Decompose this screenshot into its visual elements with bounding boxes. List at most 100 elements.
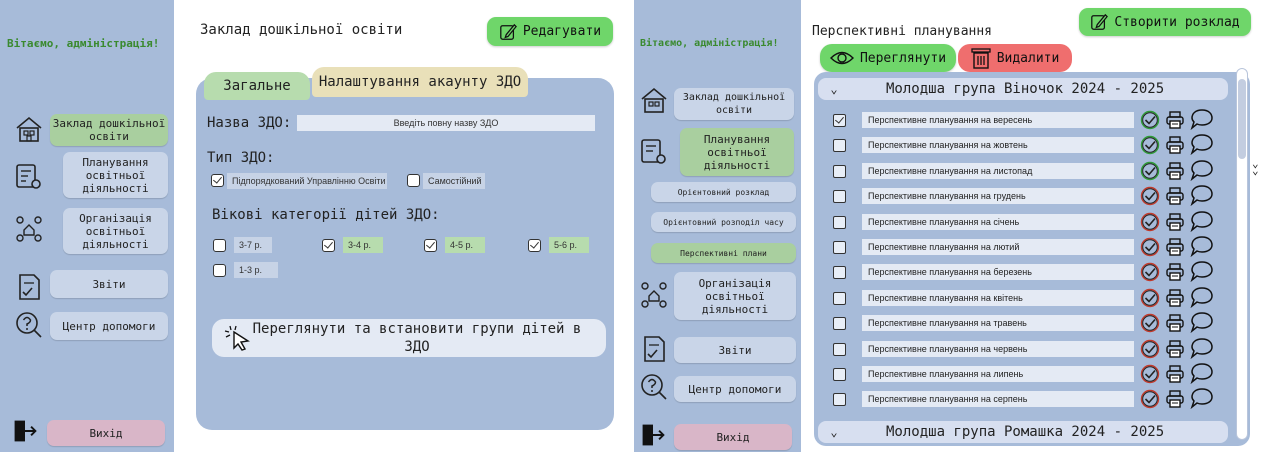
delete-button[interactable]: Видалити: [958, 44, 1072, 72]
print-icon[interactable]: [1165, 186, 1185, 206]
print-icon[interactable]: [1165, 339, 1185, 359]
pending-check-icon[interactable]: [1140, 389, 1160, 409]
plan-row-label[interactable]: Перспективне планування на жовтень: [862, 137, 1134, 153]
sidebar-item-kindergarten[interactable]: Заклад дошкільної освіти: [50, 114, 168, 146]
comment-icon[interactable]: [1190, 311, 1214, 333]
create-schedule-button[interactable]: Створити розклад: [1079, 8, 1251, 36]
plan-row-label[interactable]: Перспективне планування на червень: [862, 341, 1134, 357]
exit-button[interactable]: Вихід: [47, 420, 165, 446]
comment-icon[interactable]: [1190, 235, 1214, 257]
row-checkbox[interactable]: [833, 343, 846, 356]
plan-row-label[interactable]: Перспективне планування на листопад: [862, 163, 1134, 179]
age-checkbox-5-6[interactable]: [528, 239, 541, 252]
pending-check-icon[interactable]: [1140, 186, 1160, 206]
age-checkbox-3-7[interactable]: [213, 239, 226, 252]
pending-check-icon[interactable]: [1140, 288, 1160, 308]
pending-check-icon[interactable]: [1140, 313, 1160, 333]
sidebar-item-reports[interactable]: Звіти: [50, 270, 168, 298]
type-checkbox-independent[interactable]: [407, 174, 420, 187]
print-icon[interactable]: [1165, 135, 1185, 155]
exit-button[interactable]: Вихід: [674, 424, 792, 450]
pending-check-icon[interactable]: [1140, 237, 1160, 257]
print-icon[interactable]: [1165, 288, 1185, 308]
pending-check-icon[interactable]: [1140, 262, 1160, 282]
row-checkbox[interactable]: [833, 317, 846, 330]
plan-row-label[interactable]: Перспективне планування на лютий: [862, 239, 1134, 255]
approved-check-icon[interactable]: [1140, 110, 1160, 130]
name-label: Назва ЗДО:: [207, 115, 292, 131]
age-checkbox-1-3[interactable]: [213, 264, 226, 277]
row-checkbox[interactable]: [833, 216, 846, 229]
print-icon[interactable]: [1165, 262, 1185, 282]
type-checkbox-subordinate[interactable]: [211, 174, 224, 187]
scroll-down-indicator: ⌄ ⌄: [1252, 157, 1259, 177]
row-checkbox[interactable]: [833, 266, 846, 279]
comment-icon[interactable]: [1190, 210, 1214, 232]
age-label: Вікові категорії дітей ЗДО:: [212, 207, 440, 223]
view-button[interactable]: Переглянути: [820, 44, 956, 72]
plan-row-label[interactable]: Перспективне планування на травень: [862, 315, 1134, 331]
plan-row-label[interactable]: Перспективне планування на липень: [862, 366, 1134, 382]
sidebar-subitem-perspective-plans[interactable]: Перспективні плани: [651, 243, 796, 263]
approved-check-icon[interactable]: [1140, 161, 1160, 181]
scrollbar-thumb[interactable]: [1238, 79, 1246, 159]
pending-check-icon[interactable]: [1140, 364, 1160, 384]
age-option-1-3: 1-3 р.: [234, 262, 278, 278]
view-groups-button[interactable]: Переглянути та встановити групи дітей в …: [212, 319, 606, 357]
comment-icon[interactable]: [1190, 260, 1214, 282]
row-checkbox[interactable]: [833, 165, 846, 178]
row-checkbox[interactable]: [833, 292, 846, 305]
comment-icon[interactable]: [1190, 108, 1214, 130]
sidebar-item-reports[interactable]: Звіти: [674, 337, 796, 363]
pending-check-icon[interactable]: [1140, 339, 1160, 359]
comment-icon[interactable]: [1190, 184, 1214, 206]
print-icon[interactable]: [1165, 161, 1185, 181]
pending-check-icon[interactable]: [1140, 212, 1160, 232]
row-checkbox[interactable]: [833, 393, 846, 406]
comment-icon[interactable]: [1190, 337, 1214, 359]
print-icon[interactable]: [1165, 110, 1185, 130]
plan-row-label[interactable]: Перспективне планування на березень: [862, 264, 1134, 280]
sidebar-item-planning[interactable]: Планування освітньої діяльності: [680, 128, 794, 176]
age-checkbox-3-4[interactable]: [322, 239, 335, 252]
plan-row-label[interactable]: Перспективне планування на січень: [862, 214, 1134, 230]
tab-general[interactable]: Загальне: [204, 72, 310, 100]
row-checkbox[interactable]: [833, 190, 846, 203]
row-checkbox[interactable]: [833, 139, 846, 152]
sidebar-item-organization[interactable]: Організація освітньої діяльності: [674, 272, 796, 320]
print-icon[interactable]: [1165, 389, 1185, 409]
sidebar-item-help[interactable]: Центр допомоги: [50, 312, 168, 340]
comment-icon[interactable]: [1190, 159, 1214, 181]
plan-row-label[interactable]: Перспективне планування на грудень: [862, 188, 1134, 204]
left-sidebar: Вітаємо, адміністрація! Заклад дошкільно…: [0, 0, 174, 452]
name-input[interactable]: Введіть повну назву ЗДО: [297, 115, 595, 131]
sidebar-subitem-schedule[interactable]: Орієнтовний розклад: [651, 182, 796, 202]
approved-check-icon[interactable]: [1140, 135, 1160, 155]
sidebar-item-kindergarten[interactable]: Заклад дошкільної освіти: [674, 88, 794, 120]
comment-icon[interactable]: [1190, 362, 1214, 384]
plan-row-label[interactable]: Перспективне планування на вересень: [862, 112, 1134, 128]
sidebar-item-planning[interactable]: Планування освітньої діяльності: [63, 152, 168, 198]
row-checkbox[interactable]: [833, 368, 846, 381]
group-header[interactable]: ⌄ Молодша група Ромашка 2024 - 2025: [818, 421, 1228, 443]
sidebar-subitem-time-distribution[interactable]: Орієнтовний розподіл часу: [651, 212, 796, 232]
row-checkbox[interactable]: [833, 241, 846, 254]
edit-button[interactable]: Редагувати: [487, 17, 613, 46]
scrollbar[interactable]: [1236, 68, 1248, 440]
plan-row-label[interactable]: Перспективне планування на квітень: [862, 290, 1134, 306]
row-checkbox[interactable]: [833, 114, 846, 127]
print-icon[interactable]: [1165, 237, 1185, 257]
sidebar-item-organization[interactable]: Організація освітньої діяльності: [63, 208, 168, 254]
sidebar-item-help[interactable]: Центр допомоги: [674, 376, 796, 402]
comment-icon[interactable]: [1190, 286, 1214, 308]
print-icon[interactable]: [1165, 364, 1185, 384]
tab-account-settings[interactable]: Налаштування акаунту ЗДО: [312, 67, 528, 97]
plan-row-label[interactable]: Перспективне планування на серпень: [862, 391, 1134, 407]
page-title: Перспективні планування: [812, 24, 993, 39]
group-header[interactable]: ⌄ Молодша група Віночок 2024 - 2025: [818, 78, 1228, 100]
comment-icon[interactable]: [1190, 133, 1214, 155]
comment-icon[interactable]: [1190, 387, 1214, 409]
print-icon[interactable]: [1165, 313, 1185, 333]
age-checkbox-4-5[interactable]: [424, 239, 437, 252]
print-icon[interactable]: [1165, 212, 1185, 232]
